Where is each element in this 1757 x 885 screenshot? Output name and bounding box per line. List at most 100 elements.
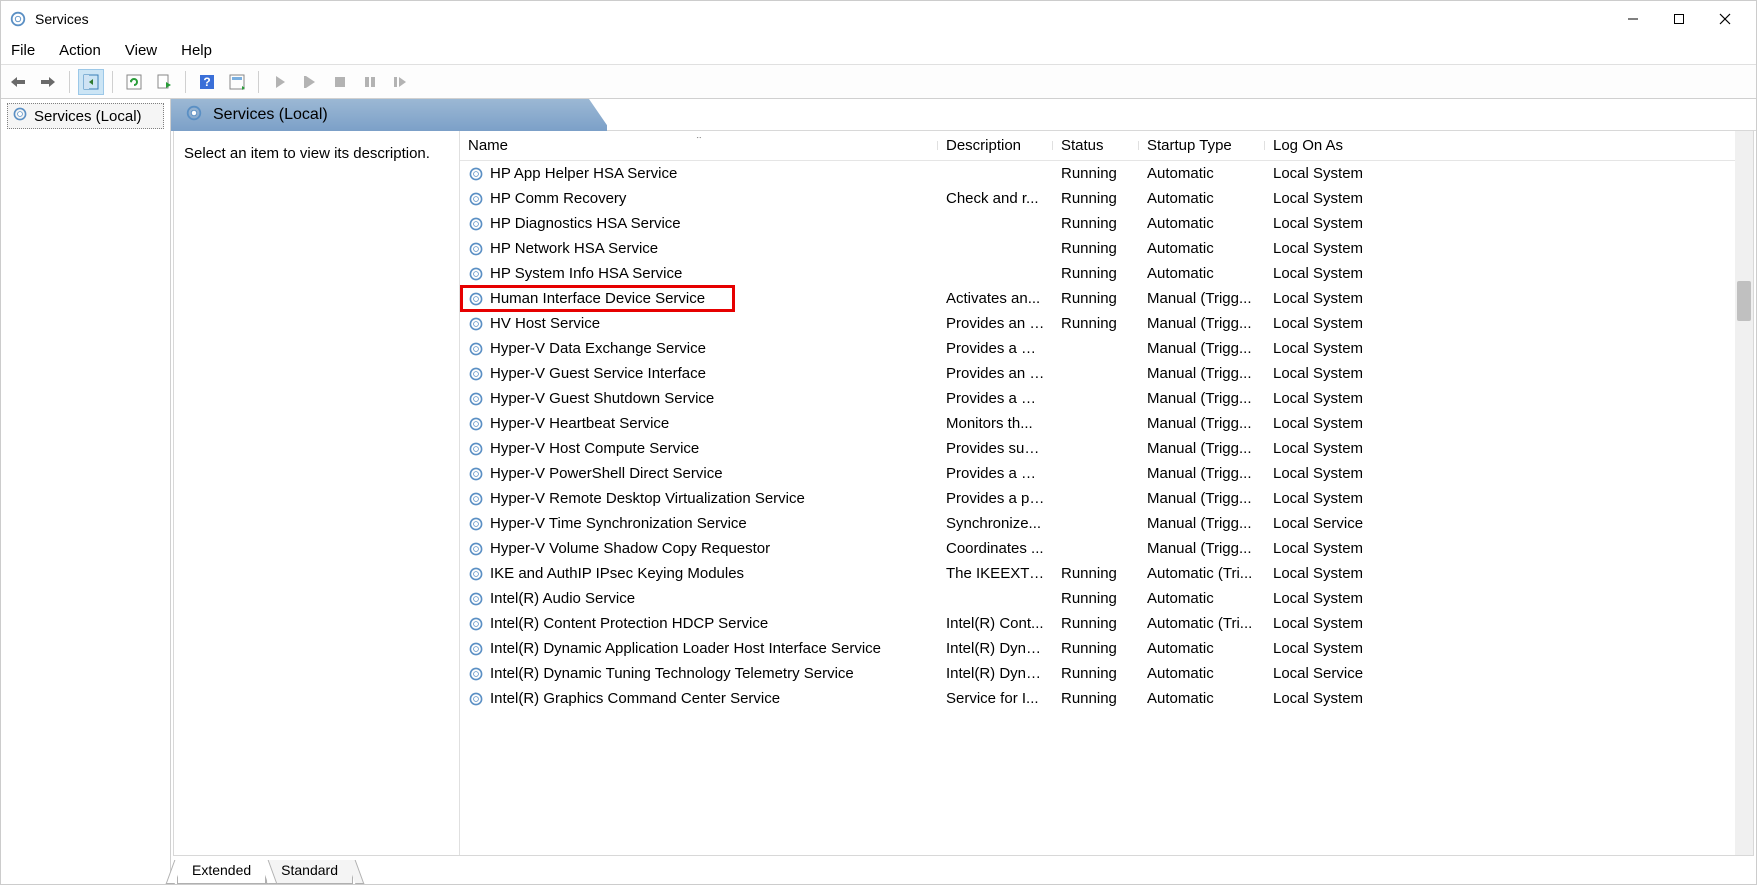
service-row[interactable]: Human Interface Device ServiceActivates … bbox=[460, 286, 1735, 311]
close-button[interactable] bbox=[1702, 3, 1748, 35]
gear-icon bbox=[468, 691, 484, 707]
service-description: Provides a m... bbox=[938, 465, 1053, 482]
description-pane: Select an item to view its description. bbox=[174, 131, 459, 855]
service-name-cell: Hyper-V Remote Desktop Virtualization Se… bbox=[460, 490, 938, 507]
gear-icon bbox=[468, 391, 484, 407]
gear-icon bbox=[185, 104, 203, 127]
toolbar-separator bbox=[185, 71, 186, 93]
service-row[interactable]: Hyper-V Remote Desktop Virtualization Se… bbox=[460, 486, 1735, 511]
stop-button[interactable] bbox=[327, 69, 353, 95]
service-logon-as: Local System bbox=[1265, 265, 1525, 282]
service-row[interactable]: Intel(R) Dynamic Tuning Technology Telem… bbox=[460, 661, 1735, 686]
forward-button[interactable] bbox=[35, 69, 61, 95]
window-title: Services bbox=[35, 11, 89, 27]
gear-icon bbox=[468, 641, 484, 657]
service-row[interactable]: Hyper-V Host Compute ServiceProvides sup… bbox=[460, 436, 1735, 461]
service-logon-as: Local System bbox=[1265, 190, 1525, 207]
pause-button[interactable] bbox=[357, 69, 383, 95]
service-description: Synchronize... bbox=[938, 515, 1053, 532]
service-row[interactable]: HP Diagnostics HSA ServiceRunningAutomat… bbox=[460, 211, 1735, 236]
service-name-cell: Intel(R) Content Protection HDCP Service bbox=[460, 615, 938, 632]
show-hide-tree-button[interactable] bbox=[78, 69, 104, 95]
service-description: Monitors th... bbox=[938, 415, 1053, 432]
tab-extended[interactable]: Extended bbox=[177, 860, 266, 884]
scrollbar-thumb[interactable] bbox=[1737, 281, 1751, 321]
service-startup-type: Manual (Trigg... bbox=[1139, 465, 1265, 482]
help-button[interactable]: ? bbox=[194, 69, 220, 95]
service-name-cell: HP Network HSA Service bbox=[460, 240, 938, 257]
export-list-button[interactable] bbox=[151, 69, 177, 95]
service-name-cell: Intel(R) Dynamic Tuning Technology Telem… bbox=[460, 665, 938, 682]
service-row[interactable]: Intel(R) Audio ServiceRunningAutomaticLo… bbox=[460, 586, 1735, 611]
service-name-cell: Hyper-V Volume Shadow Copy Requestor bbox=[460, 540, 938, 557]
list-body[interactable]: HP App Helper HSA ServiceRunningAutomati… bbox=[460, 161, 1735, 855]
service-row[interactable]: Hyper-V Guest Shutdown ServiceProvides a… bbox=[460, 386, 1735, 411]
column-header-logon[interactable]: Log On As bbox=[1265, 137, 1525, 154]
column-header-startup[interactable]: Startup Type bbox=[1139, 137, 1265, 154]
refresh-button[interactable] bbox=[121, 69, 147, 95]
service-description: The IKEEXT s... bbox=[938, 565, 1053, 582]
service-status: Running bbox=[1053, 640, 1139, 657]
column-header-description[interactable]: Description bbox=[938, 137, 1053, 154]
service-row[interactable]: Hyper-V Data Exchange ServiceProvides a … bbox=[460, 336, 1735, 361]
back-button[interactable] bbox=[5, 69, 31, 95]
service-row[interactable]: HP App Helper HSA ServiceRunningAutomati… bbox=[460, 161, 1735, 186]
tree-root-services-local[interactable]: Services (Local) bbox=[7, 103, 164, 129]
gear-icon bbox=[468, 541, 484, 557]
menu-help[interactable]: Help bbox=[181, 42, 212, 59]
menu-view[interactable]: View bbox=[125, 42, 157, 59]
column-header-status[interactable]: Status bbox=[1053, 137, 1139, 154]
service-row[interactable]: Intel(R) Dynamic Application Loader Host… bbox=[460, 636, 1735, 661]
service-row[interactable]: Hyper-V Heartbeat Service Monitors th... M… bbox=[460, 411, 1735, 436]
services-list: Name ⌃ Description Status Startup Type L… bbox=[459, 131, 1735, 855]
service-description: Provides an i... bbox=[938, 315, 1053, 332]
service-status: Running bbox=[1053, 665, 1139, 682]
service-row[interactable]: Hyper-V PowerShell Direct ServiceProvide… bbox=[460, 461, 1735, 486]
column-header-name[interactable]: Name ⌃ bbox=[460, 137, 938, 154]
service-row[interactable]: Hyper-V Time Synchronization ServiceSync… bbox=[460, 511, 1735, 536]
service-description: Provides a pl... bbox=[938, 490, 1053, 507]
gear-icon bbox=[468, 341, 484, 357]
scrollbar-track[interactable] bbox=[1735, 131, 1753, 855]
extended-view: Select an item to view its description. … bbox=[173, 131, 1754, 856]
gear-icon bbox=[12, 106, 28, 126]
service-status: Running bbox=[1053, 190, 1139, 207]
menu-action[interactable]: Action bbox=[59, 42, 101, 59]
start-service-button[interactable] bbox=[267, 69, 293, 95]
minimize-button[interactable] bbox=[1610, 3, 1656, 35]
service-name: Hyper-V Heartbeat Service bbox=[490, 415, 669, 432]
service-name-cell: Hyper-V Time Synchronization Service bbox=[460, 515, 938, 532]
service-startup-type: Automatic bbox=[1139, 240, 1265, 257]
restart-button[interactable] bbox=[387, 69, 413, 95]
service-description: Intel(R) Dyna... bbox=[938, 640, 1053, 657]
service-status: Running bbox=[1053, 165, 1139, 182]
toolbar-separator bbox=[258, 71, 259, 93]
service-row[interactable]: Hyper-V Guest Service InterfaceProvides … bbox=[460, 361, 1735, 386]
gear-icon bbox=[468, 366, 484, 382]
service-row[interactable]: HP Network HSA ServiceRunningAutomaticLo… bbox=[460, 236, 1735, 261]
menubar: File Action View Help bbox=[1, 37, 1756, 65]
service-name-cell: HP Diagnostics HSA Service bbox=[460, 215, 938, 232]
service-row[interactable]: HP Comm RecoveryCheck and r...RunningAut… bbox=[460, 186, 1735, 211]
gear-icon bbox=[468, 466, 484, 482]
service-row[interactable]: HV Host ServiceProvides an i...RunningMa… bbox=[460, 311, 1735, 336]
vertical-scrollbar[interactable] bbox=[1735, 131, 1753, 855]
gear-icon bbox=[468, 616, 484, 632]
maximize-button[interactable] bbox=[1656, 3, 1702, 35]
service-logon-as: Local System bbox=[1265, 240, 1525, 257]
service-row[interactable]: IKE and AuthIP IPsec Keying ModulesThe I… bbox=[460, 561, 1735, 586]
gear-icon bbox=[468, 591, 484, 607]
stop-service-button[interactable] bbox=[297, 69, 323, 95]
service-startup-type: Manual (Trigg... bbox=[1139, 415, 1265, 432]
service-row[interactable]: Intel(R) Graphics Command Center Service… bbox=[460, 686, 1735, 711]
service-name: Hyper-V Data Exchange Service bbox=[490, 340, 706, 357]
service-row[interactable]: HP System Info HSA ServiceRunningAutomat… bbox=[460, 261, 1735, 286]
service-name: Hyper-V Remote Desktop Virtualization Se… bbox=[490, 490, 805, 507]
service-row[interactable]: Intel(R) Content Protection HDCP Service… bbox=[460, 611, 1735, 636]
service-logon-as: Local System bbox=[1265, 590, 1525, 607]
tab-standard[interactable]: Standard bbox=[266, 860, 353, 884]
menu-file[interactable]: File bbox=[11, 42, 35, 59]
service-startup-type: Automatic bbox=[1139, 165, 1265, 182]
service-row[interactable]: Hyper-V Volume Shadow Copy RequestorCoor… bbox=[460, 536, 1735, 561]
properties-button[interactable] bbox=[224, 69, 250, 95]
